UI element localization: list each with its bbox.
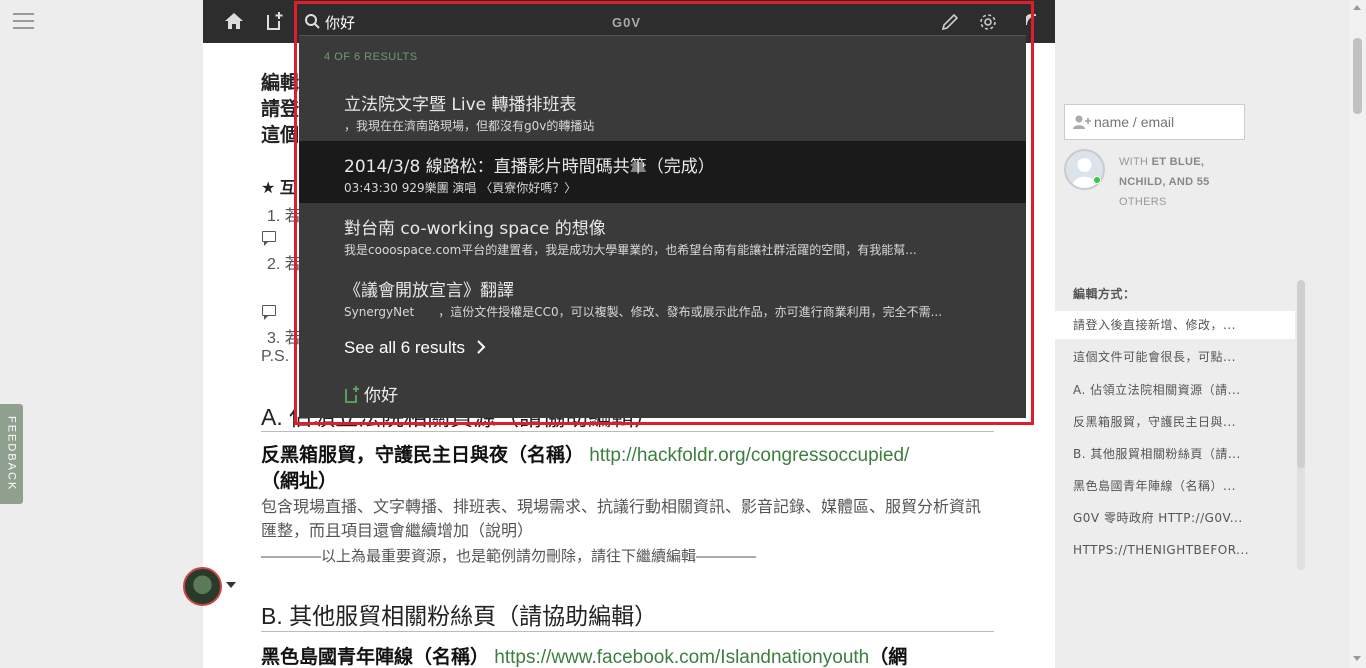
home-icon[interactable] [223, 11, 245, 31]
chevron-down-icon[interactable] [226, 582, 236, 588]
search-result[interactable]: 立法院文字暨 Live 轉播排班表 ，我現在在濟南路現場，但都沒有g0v的轉播站 [299, 79, 1026, 141]
feedback-tab[interactable]: FEEDBACK [0, 404, 23, 504]
entry-name: 黑色島國青年陣線（名稱） [261, 647, 490, 668]
result-title: 立法院文字暨 Live 轉播排班表 [344, 95, 577, 115]
search-panel: G0V 4 OF 6 RESULTS 立法院文字暨 Live 轉播排班表 ，我現… [299, 9, 1026, 418]
results-count: 4 OF 6 RESULTS [324, 51, 418, 63]
entry-title: 反黑箱服貿，守護民主日與夜（名稱） http://hackfoldr.org/c… [261, 443, 1001, 495]
toc-item[interactable]: A. 佔領立法院相關資源（請... [1055, 376, 1295, 404]
result-title: 2014/3/8 線路松：直播影片時間碼共筆（完成） [344, 157, 715, 177]
brand-label: G0V [612, 15, 642, 30]
pencil-icon[interactable] [940, 12, 960, 32]
doc-list-item: 1. 若 [267, 208, 301, 225]
gear-icon[interactable] [978, 12, 998, 32]
toc-item[interactable]: 反黑箱服貿，守護民主日與... [1055, 408, 1295, 436]
with-suffix: OTHERS [1119, 196, 1167, 208]
chevron-right-icon [476, 340, 486, 354]
doc-bullet: ★ 互 [261, 180, 296, 197]
section-divider [261, 631, 994, 632]
toc-scrollbar[interactable] [1297, 280, 1305, 570]
see-all-results-link[interactable]: See all 6 results [344, 338, 486, 358]
search-icon [305, 14, 320, 29]
doc-list-item: 3. 若 [267, 330, 301, 347]
entry-title: 黑色島國青年陣線（名稱） https://www.facebook.com/Is… [261, 642, 907, 668]
toc-item[interactable]: 這個文件可能會很長，可點... [1055, 343, 1295, 371]
hamburger-icon[interactable] [13, 13, 34, 30]
entry-suffix: （網 [869, 647, 908, 668]
new-document-icon[interactable] [265, 11, 283, 31]
search-result[interactable]: 《議會開放宣言》翻譯 SynergyNet ，這份文件授權是CC0，可以複製、修… [299, 265, 1026, 327]
section-heading-b: B. 其他服貿相關粉絲頁（請協助編輯） [261, 603, 658, 629]
section-divider [261, 431, 994, 432]
user-avatar[interactable] [183, 567, 222, 606]
scroll-down-icon[interactable] [1353, 656, 1361, 661]
toc-item[interactable]: B. 其他服貿相關粉絲頁（請... [1055, 440, 1295, 468]
entry-link[interactable]: http://hackfoldr.org/congressoccupied/ [589, 445, 909, 466]
entry-description: 包含現場直播、文字轉播、排班表、現場需求、抗議行動相關資訊、影音記錄、媒體區、服… [261, 499, 982, 540]
scroll-thumb[interactable] [1353, 38, 1362, 114]
toc-item[interactable]: 編輯方式： [1055, 280, 1295, 308]
with-prefix: WITH [1119, 156, 1149, 168]
entry-link[interactable]: https://www.facebook.com/Islandnationyou… [494, 647, 869, 668]
search-result[interactable]: 2014/3/8 線路松：直播影片時間碼共筆（完成） 03:43:30 929樂… [299, 141, 1026, 203]
result-snippet: 我是cooospace.com平台的建置者，我是成功大學畢業的，也希望台南有能讓… [344, 243, 917, 257]
online-indicator [1093, 176, 1101, 184]
toc-item[interactable]: G0V 零時政府 HTTP://G0V... [1055, 504, 1295, 532]
scroll-up-icon[interactable] [1353, 5, 1361, 10]
comment-icon[interactable] [262, 231, 276, 246]
search-input[interactable] [325, 12, 575, 32]
add-user-icon [1073, 115, 1091, 129]
result-snippet: 03:43:30 929樂團 演唱 〈頁寮你好嗎？〉 [344, 181, 577, 195]
result-title: 對台南 co-working space 的想像 [344, 219, 606, 239]
toc-item[interactable]: 黑色島國青年陣線（名稱）... [1055, 472, 1295, 500]
search-bar: G0V [299, 9, 1026, 36]
entry-name: 反黑箱服貿，守護民主日與夜（名稱） [261, 445, 585, 466]
result-snippet: SynergyNet ，這份文件授權是CC0，可以複製、修改、發布或展示此作品，… [344, 305, 943, 319]
toc-item[interactable]: HTTPS://THENIGHTBEFOR... [1055, 536, 1295, 564]
toc-item[interactable]: 請登入後直接新增、修改，... [1055, 311, 1295, 339]
result-snippet: ，我現在在濟南路現場，但都沒有g0v的轉播站 [344, 119, 595, 133]
create-document-label: 你好 [364, 386, 398, 406]
collaborators-text[interactable]: WITH ET BLUE, NCHILD, AND 55 OTHERS [1119, 152, 1239, 212]
new-document-icon [345, 386, 359, 403]
doc-list-item: 2. 若 [267, 256, 301, 273]
create-document-option[interactable]: 你好 [344, 381, 398, 406]
see-all-label: See all 6 results [344, 338, 465, 357]
doc-note: P.S. [261, 348, 290, 365]
page-scrollbar[interactable] [1349, 0, 1366, 668]
search-result[interactable]: 對台南 co-working space 的想像 我是cooospace.com… [299, 203, 1026, 265]
author-avatar[interactable] [1064, 149, 1105, 190]
entry-note: ————以上為最重要資源，也是範例請勿刪除，請往下繼續編輯———— [261, 548, 757, 565]
result-title: 《議會開放宣言》翻譯 [344, 281, 514, 301]
comment-icon[interactable] [262, 305, 276, 320]
entry-suffix: （網址） [261, 471, 338, 492]
